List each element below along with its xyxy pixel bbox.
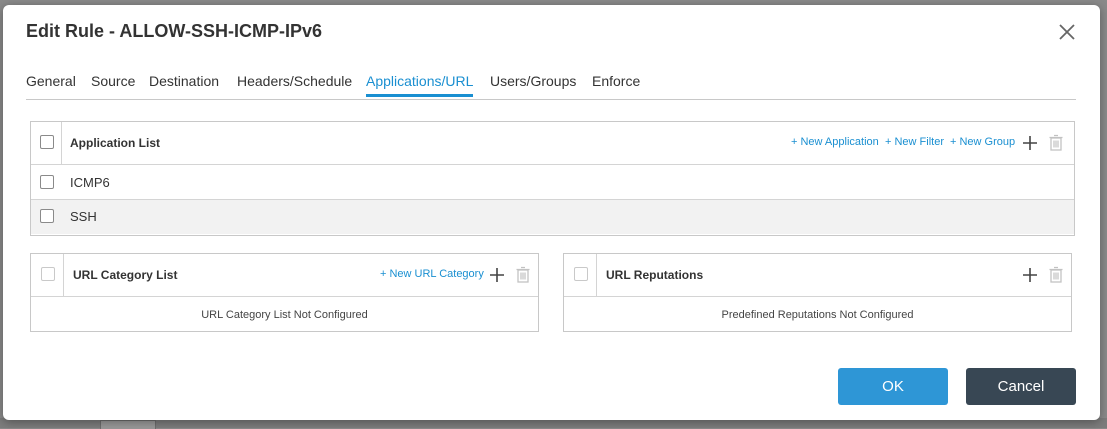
- application-list-title: Application List: [70, 136, 160, 150]
- url-category-list-header: URL Category List + New URL Category: [31, 254, 538, 297]
- application-name: ICMP6: [70, 175, 110, 190]
- new-application-link[interactable]: + New Application: [791, 136, 879, 148]
- row-checkbox[interactable]: [40, 175, 54, 189]
- trash-icon[interactable]: [515, 266, 531, 283]
- tab-destination[interactable]: Destination: [149, 73, 219, 97]
- row-checkbox[interactable]: [40, 209, 54, 223]
- tab-general[interactable]: General: [26, 73, 76, 97]
- application-name: SSH: [70, 209, 97, 224]
- url-reputations-header: URL Reputations: [564, 254, 1071, 297]
- list-item[interactable]: SSH: [31, 200, 1074, 234]
- application-list-header: Application List + New Application + New…: [31, 122, 1074, 165]
- tab-applications-url[interactable]: Applications/URL: [366, 73, 474, 97]
- url-reputations-title: URL Reputations: [606, 268, 704, 282]
- list-item[interactable]: ICMP6: [31, 165, 1074, 200]
- new-group-link[interactable]: + New Group: [950, 136, 1015, 148]
- plus-icon[interactable]: [1022, 135, 1038, 151]
- url-reputations-empty-message: Predefined Reputations Not Configured: [721, 309, 914, 321]
- tab-headers-schedule[interactable]: Headers/Schedule: [237, 73, 352, 97]
- header-divider: [596, 254, 597, 296]
- url-category-list-title: URL Category List: [73, 268, 178, 282]
- new-url-category-link[interactable]: + New URL Category: [380, 268, 484, 280]
- tab-bar: General Source Destination Headers/Sched…: [26, 67, 1076, 100]
- select-all-url-reputations-checkbox[interactable]: [574, 267, 588, 281]
- trash-icon[interactable]: [1048, 134, 1064, 151]
- tab-users-groups[interactable]: Users/Groups: [490, 73, 576, 97]
- select-all-url-categories-checkbox[interactable]: [41, 267, 55, 281]
- header-divider: [61, 122, 62, 164]
- url-category-empty-message: URL Category List Not Configured: [201, 309, 368, 321]
- url-category-list-panel: URL Category List + New URL Category URL…: [30, 253, 539, 332]
- close-icon: [1059, 24, 1075, 40]
- application-list-panel: Application List + New Application + New…: [30, 121, 1075, 236]
- close-button[interactable]: [1055, 20, 1079, 44]
- new-filter-link[interactable]: + New Filter: [885, 136, 944, 148]
- dialog-title: Edit Rule - ALLOW-SSH-ICMP-IPv6: [26, 21, 322, 41]
- plus-icon[interactable]: [489, 267, 505, 283]
- cancel-button[interactable]: Cancel: [966, 368, 1076, 405]
- tab-source[interactable]: Source: [91, 73, 135, 97]
- select-all-applications-checkbox[interactable]: [40, 135, 54, 149]
- ok-button[interactable]: OK: [838, 368, 948, 405]
- header-divider: [63, 254, 64, 296]
- url-reputations-panel: URL Reputations Predefined Reputations N…: [563, 253, 1072, 332]
- trash-icon[interactable]: [1048, 266, 1064, 283]
- tab-enforce[interactable]: Enforce: [592, 73, 640, 97]
- edit-rule-dialog: Edit Rule - ALLOW-SSH-ICMP-IPv6 General …: [3, 5, 1100, 420]
- plus-icon[interactable]: [1022, 267, 1038, 283]
